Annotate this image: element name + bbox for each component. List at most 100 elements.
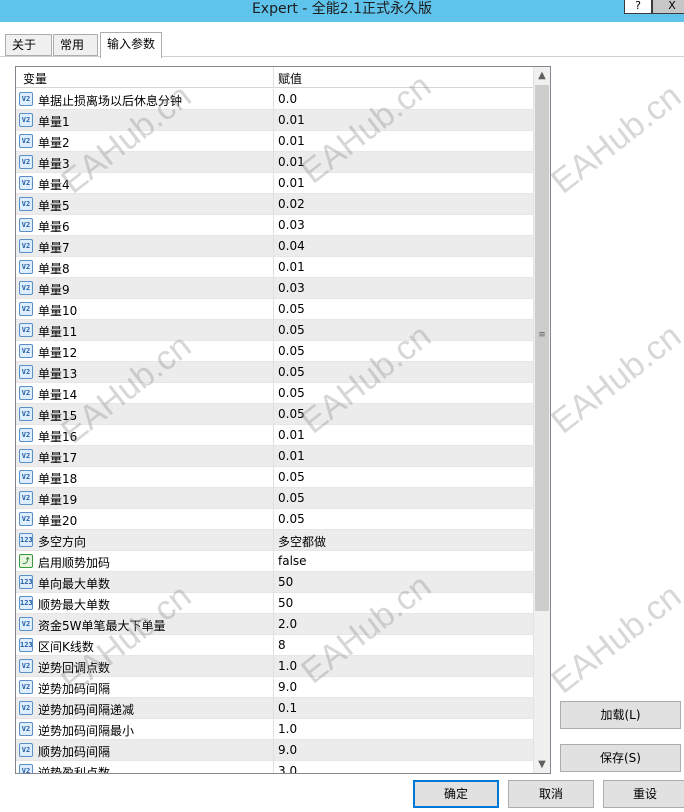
parameter-value[interactable]: 9.0 xyxy=(278,680,297,694)
table-row[interactable]: ⤴ 启用顺势加码 false xyxy=(16,551,533,572)
close-button[interactable]: X xyxy=(652,0,684,14)
double-type-icon: V2 xyxy=(19,701,33,715)
table-row[interactable]: V2 逆势盈利点数 3.0 xyxy=(16,761,533,773)
table-row[interactable]: V2 单据止损离场以后休息分钟 0.0 xyxy=(16,89,533,110)
parameter-value[interactable]: 0.05 xyxy=(278,386,305,400)
parameter-name: 单量20 xyxy=(38,514,78,528)
table-row[interactable]: 123 单向最大单数 50 xyxy=(16,572,533,593)
table-row[interactable]: V2 顺势加码间隔 9.0 xyxy=(16,740,533,761)
parameter-value[interactable]: 0.0 xyxy=(278,92,297,106)
table-row[interactable]: V2 单量5 0.02 xyxy=(16,194,533,215)
parameter-value[interactable]: 3.0 xyxy=(278,764,297,773)
parameter-name: 单量11 xyxy=(38,325,78,339)
cancel-button[interactable]: 取消 xyxy=(508,780,594,808)
column-divider xyxy=(273,131,274,152)
table-row[interactable]: 123 区间K线数 8 xyxy=(16,635,533,656)
double-type-icon: V2 xyxy=(19,764,33,773)
parameter-value[interactable]: 8 xyxy=(278,638,286,652)
parameter-value[interactable]: 0.05 xyxy=(278,491,305,505)
table-row[interactable]: V2 单量4 0.01 xyxy=(16,173,533,194)
column-divider xyxy=(273,173,274,194)
parameter-value[interactable]: 0.1 xyxy=(278,701,297,715)
table-row[interactable]: V2 单量8 0.01 xyxy=(16,257,533,278)
table-row[interactable]: V2 单量13 0.05 xyxy=(16,362,533,383)
column-divider xyxy=(273,467,274,488)
vertical-scrollbar[interactable]: ▲ ≡ ▼ xyxy=(533,67,550,773)
parameter-value[interactable]: 50 xyxy=(278,596,293,610)
column-header-value[interactable]: 赋值 xyxy=(278,70,302,87)
watermark: EAHub.cn xyxy=(544,317,684,442)
scroll-down-icon[interactable]: ▼ xyxy=(534,756,550,773)
table-row[interactable]: V2 单量19 0.05 xyxy=(16,488,533,509)
table-row[interactable]: V2 逆势回调点数 1.0 xyxy=(16,656,533,677)
load-button[interactable]: 加载(L) xyxy=(560,701,681,729)
parameter-name: 启用顺势加码 xyxy=(38,556,111,570)
table-row[interactable]: V2 逆势加码间隔最小 1.0 xyxy=(16,719,533,740)
table-row[interactable]: V2 单量14 0.05 xyxy=(16,383,533,404)
scroll-thumb[interactable]: ≡ xyxy=(535,85,549,611)
grid-header: 变量 赋值 xyxy=(16,67,533,88)
parameter-value[interactable]: 2.0 xyxy=(278,617,297,631)
table-row[interactable]: V2 单量20 0.05 xyxy=(16,509,533,530)
table-row[interactable]: V2 资金5W单笔最大下单量 2.0 xyxy=(16,614,533,635)
reset-button[interactable]: 重设 xyxy=(603,780,684,808)
parameter-value[interactable]: 0.05 xyxy=(278,470,305,484)
parameter-value[interactable]: 0.01 xyxy=(278,113,305,127)
tab-about[interactable]: 关于 xyxy=(5,34,52,56)
parameter-value[interactable]: 0.01 xyxy=(278,134,305,148)
ok-button[interactable]: 确定 xyxy=(413,780,499,808)
double-type-icon: V2 xyxy=(19,344,33,358)
column-divider[interactable] xyxy=(273,67,274,88)
parameter-value[interactable]: 0.03 xyxy=(278,218,305,232)
parameter-value[interactable]: 0.01 xyxy=(278,260,305,274)
table-row[interactable]: 123 顺势最大单数 50 xyxy=(16,593,533,614)
tab-input-params[interactable]: 输入参数 xyxy=(100,32,162,58)
table-row[interactable]: V2 逆势加码间隔 9.0 xyxy=(16,677,533,698)
parameter-value[interactable]: false xyxy=(278,554,307,568)
parameter-value[interactable]: 9.0 xyxy=(278,743,297,757)
help-button[interactable]: ? xyxy=(624,0,652,14)
table-row[interactable]: V2 单量6 0.03 xyxy=(16,215,533,236)
table-row[interactable]: V2 单量10 0.05 xyxy=(16,299,533,320)
parameter-value[interactable]: 50 xyxy=(278,575,293,589)
scroll-up-icon[interactable]: ▲ xyxy=(534,67,550,84)
double-type-icon: V2 xyxy=(19,512,33,526)
parameter-value[interactable]: 0.05 xyxy=(278,512,305,526)
table-row[interactable]: V2 单量17 0.01 xyxy=(16,446,533,467)
table-row[interactable]: V2 单量11 0.05 xyxy=(16,320,533,341)
table-row[interactable]: V2 单量18 0.05 xyxy=(16,467,533,488)
table-row[interactable]: V2 单量15 0.05 xyxy=(16,404,533,425)
table-row[interactable]: V2 单量1 0.01 xyxy=(16,110,533,131)
parameter-value[interactable]: 0.04 xyxy=(278,239,305,253)
table-row[interactable]: V2 单量16 0.01 xyxy=(16,425,533,446)
parameter-value[interactable]: 0.01 xyxy=(278,176,305,190)
parameter-value[interactable]: 1.0 xyxy=(278,659,297,673)
parameter-value[interactable]: 多空都做 xyxy=(278,533,326,550)
parameter-value[interactable]: 1.0 xyxy=(278,722,297,736)
column-header-variable[interactable]: 变量 xyxy=(23,70,47,87)
parameter-value[interactable]: 0.05 xyxy=(278,407,305,421)
parameter-value[interactable]: 0.05 xyxy=(278,323,305,337)
table-row[interactable]: V2 逆势加码间隔递减 0.1 xyxy=(16,698,533,719)
parameter-value[interactable]: 0.01 xyxy=(278,428,305,442)
table-row[interactable]: V2 单量2 0.01 xyxy=(16,131,533,152)
table-row[interactable]: 123 多空方向 多空都做 xyxy=(16,530,533,551)
table-row[interactable]: V2 单量3 0.01 xyxy=(16,152,533,173)
table-row[interactable]: V2 单量9 0.03 xyxy=(16,278,533,299)
parameter-value[interactable]: 0.01 xyxy=(278,155,305,169)
parameter-value[interactable]: 0.02 xyxy=(278,197,305,211)
column-divider xyxy=(273,299,274,320)
parameter-value[interactable]: 0.05 xyxy=(278,302,305,316)
table-row[interactable]: V2 单量7 0.04 xyxy=(16,236,533,257)
column-divider xyxy=(273,614,274,635)
column-divider xyxy=(273,593,274,614)
parameter-value[interactable]: 0.03 xyxy=(278,281,305,295)
parameter-name: 单量8 xyxy=(38,262,70,276)
parameter-value[interactable]: 0.01 xyxy=(278,449,305,463)
parameter-name: 单量15 xyxy=(38,409,78,423)
tab-common[interactable]: 常用 xyxy=(53,34,98,56)
table-row[interactable]: V2 单量12 0.05 xyxy=(16,341,533,362)
parameter-value[interactable]: 0.05 xyxy=(278,344,305,358)
parameter-value[interactable]: 0.05 xyxy=(278,365,305,379)
save-button[interactable]: 保存(S) xyxy=(560,744,681,772)
